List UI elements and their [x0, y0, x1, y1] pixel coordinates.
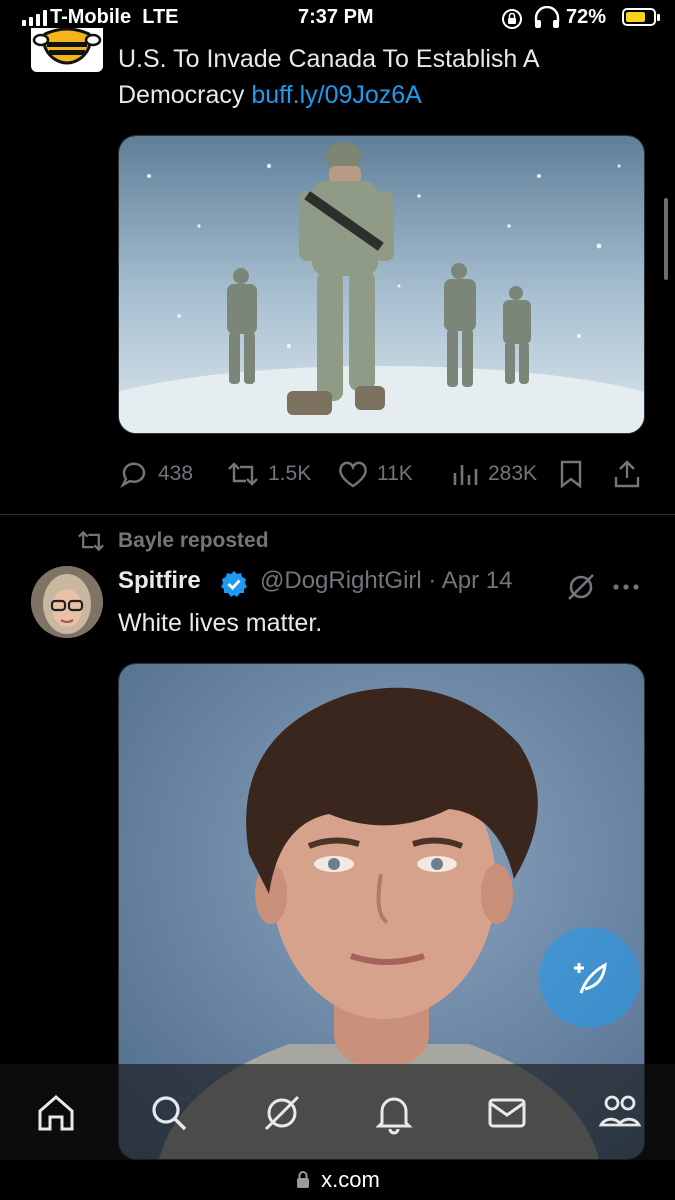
avatar[interactable] — [31, 566, 103, 638]
nav-home[interactable] — [33, 1090, 79, 1136]
search-icon — [152, 1096, 187, 1131]
repost-label: Bayle reposted — [118, 529, 269, 552]
tweet-image-soldiers[interactable] — [118, 135, 645, 434]
lock-icon — [297, 1171, 310, 1188]
tweet-divider — [0, 514, 675, 515]
carrier-label: T-Mobile LTE — [50, 6, 179, 28]
separator: · — [428, 567, 437, 594]
compose-button[interactable] — [539, 927, 640, 1028]
clock: 7:37 PM — [298, 6, 374, 28]
display-name[interactable]: Spitfire — [118, 567, 201, 595]
share-button[interactable] — [612, 454, 642, 494]
notifications-icon — [375, 1097, 413, 1135]
bookmark-icon — [560, 460, 582, 489]
headphones-icon — [534, 6, 560, 28]
reply-button[interactable]: 438 — [118, 454, 193, 494]
nav-notifications[interactable] — [371, 1090, 417, 1136]
tweet-date[interactable]: Apr 14 — [442, 567, 513, 594]
bee-logo[interactable] — [31, 27, 103, 72]
bottom-nav — [0, 1064, 675, 1160]
like-count: 11K — [377, 462, 413, 485]
tweet-text-plain: Democracy — [118, 81, 252, 109]
repost-icon — [78, 530, 104, 552]
more-icon[interactable] — [610, 572, 642, 602]
repost-count: 1.5K — [268, 462, 312, 485]
repost-indicator[interactable]: Bayle reposted — [76, 528, 269, 554]
grok-nav-icon — [264, 1095, 300, 1131]
like-icon — [339, 461, 367, 488]
lock-rotation-icon — [502, 9, 522, 29]
verified-badge-icon[interactable] — [220, 570, 248, 598]
signal-icon — [22, 10, 47, 26]
nav-communities[interactable] — [597, 1090, 643, 1136]
nav-messages[interactable] — [484, 1090, 530, 1136]
share-icon — [614, 460, 640, 488]
repost-button[interactable]: 1.5K — [226, 454, 311, 494]
tweet-text-line2: Democracy buff.ly/09Joz6A — [118, 78, 422, 113]
tweet-actions: 438 1.5K 11K 283K — [118, 454, 643, 494]
grok-icon[interactable] — [566, 572, 596, 602]
bookmark-button[interactable] — [558, 454, 584, 494]
handle-and-date: @DogRightGirl · Apr 14 — [260, 567, 512, 595]
like-button[interactable]: 11K — [337, 454, 413, 494]
nav-grok[interactable] — [259, 1090, 305, 1136]
url-domain: x.com — [321, 1167, 380, 1192]
url-bar[interactable]: x.com — [0, 1160, 675, 1200]
messages-icon — [488, 1098, 526, 1128]
battery-icon — [622, 8, 660, 26]
views-icon — [453, 465, 478, 485]
communities-icon — [598, 1095, 642, 1127]
tweet-text: U.S. To Invade Canada To Establish A — [118, 45, 540, 73]
reply-icon — [120, 462, 146, 489]
scrollbar-thumb[interactable] — [664, 198, 668, 280]
tweet-text: White lives matter. — [118, 609, 323, 637]
user-handle[interactable]: @DogRightGirl — [260, 567, 422, 594]
views-count: 283K — [488, 462, 538, 485]
repost-icon — [228, 462, 258, 486]
tweet-link[interactable]: buff.ly/09Joz6A — [251, 81, 421, 109]
views-button[interactable]: 283K — [450, 454, 537, 494]
home-icon — [38, 1095, 74, 1131]
compose-icon — [573, 961, 607, 994]
reply-count: 438 — [158, 462, 194, 485]
nav-search[interactable] — [146, 1090, 192, 1136]
battery-percent: 72% — [566, 6, 607, 28]
